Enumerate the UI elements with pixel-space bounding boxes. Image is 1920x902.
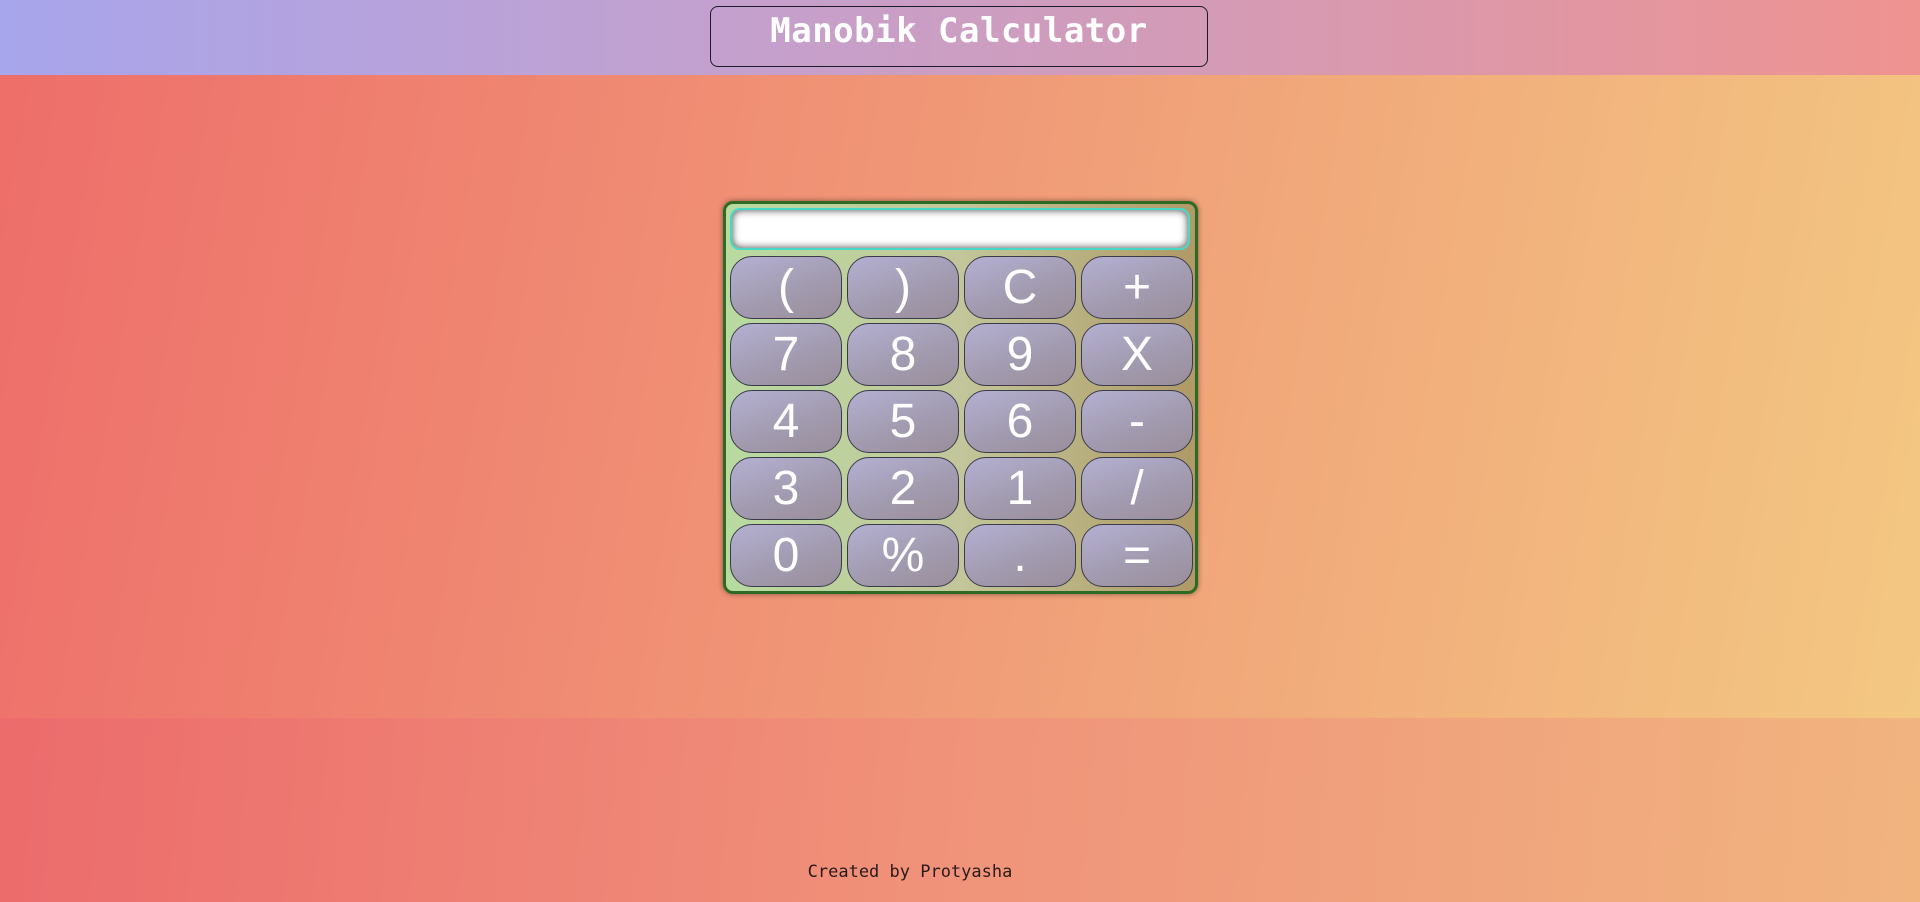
key-percent[interactable]: %	[847, 524, 959, 587]
key-minus[interactable]: -	[1081, 390, 1193, 453]
key-open-paren[interactable]: (	[730, 256, 842, 319]
key-divide[interactable]: /	[1081, 457, 1193, 520]
key-4[interactable]: 4	[730, 390, 842, 453]
key-1[interactable]: 1	[964, 457, 1076, 520]
key-clear[interactable]: C	[964, 256, 1076, 319]
key-close-paren[interactable]: )	[847, 256, 959, 319]
key-8[interactable]: 8	[847, 323, 959, 386]
key-3[interactable]: 3	[730, 457, 842, 520]
key-2[interactable]: 2	[847, 457, 959, 520]
calculator: ( ) C + 7 8 9 X 4 5 6 - 3 2 1 / 0 % . =	[723, 201, 1198, 594]
key-decimal[interactable]: .	[964, 524, 1076, 587]
header: Manobik Calculator	[0, 0, 1920, 75]
key-equals[interactable]: =	[1081, 524, 1193, 587]
calculator-display[interactable]	[730, 208, 1190, 250]
key-6[interactable]: 6	[964, 390, 1076, 453]
calculator-keypad: ( ) C + 7 8 9 X 4 5 6 - 3 2 1 / 0 % . =	[730, 256, 1193, 587]
key-9[interactable]: 9	[964, 323, 1076, 386]
key-0[interactable]: 0	[730, 524, 842, 587]
key-7[interactable]: 7	[730, 323, 842, 386]
key-multiply[interactable]: X	[1081, 323, 1193, 386]
key-plus[interactable]: +	[1081, 256, 1193, 319]
page-title: Manobik Calculator	[710, 6, 1208, 67]
key-5[interactable]: 5	[847, 390, 959, 453]
page: Manobik Calculator Created by Protyasha …	[0, 0, 1920, 902]
footer-credit: Created by Protyasha	[807, 862, 1013, 882]
